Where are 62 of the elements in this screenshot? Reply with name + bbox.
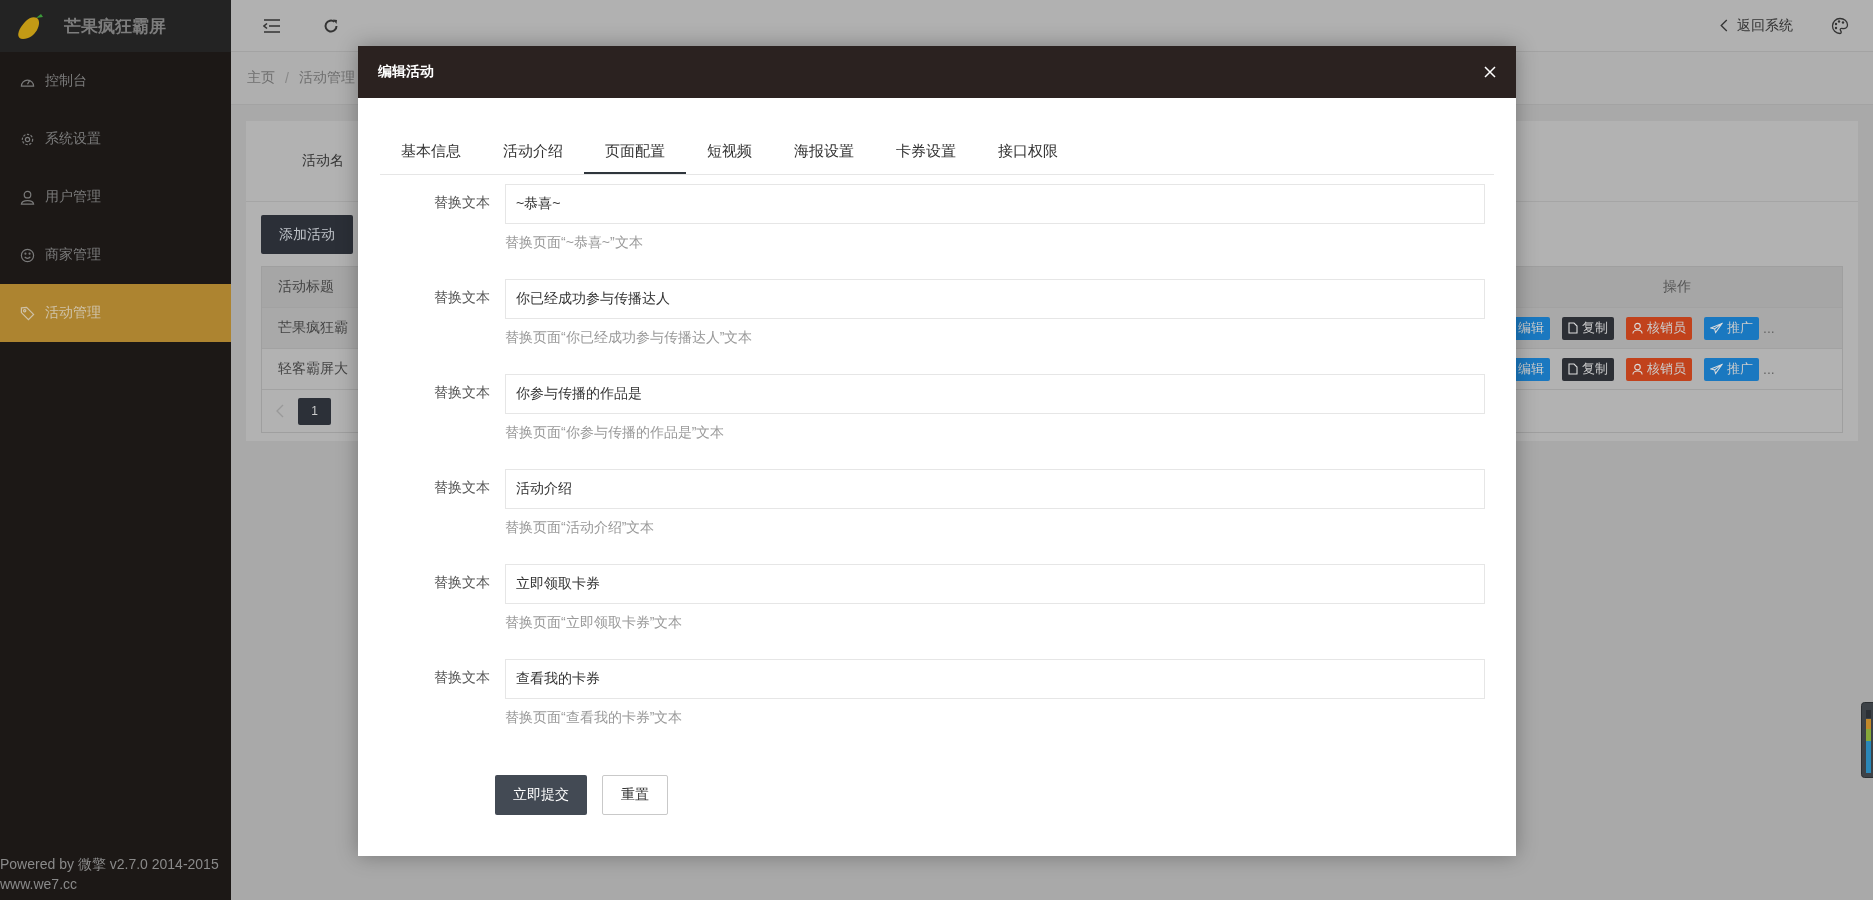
text-input[interactable]: 你参与传播的作品是	[505, 374, 1485, 414]
text-input[interactable]: 立即领取卡券	[505, 564, 1485, 604]
dialog-title: 编辑活动	[378, 63, 434, 81]
tab[interactable]: 卡券设置	[875, 128, 977, 174]
settings-icon	[20, 131, 35, 147]
tab[interactable]: 页面配置	[584, 128, 686, 174]
field-hint: 替换页面“活动介绍”文本	[505, 519, 656, 537]
app-title: 芒果疯狂霸屏	[64, 15, 166, 38]
user-icon	[1632, 363, 1643, 375]
paper-plane-icon	[1710, 322, 1723, 334]
page-number[interactable]: 1	[298, 397, 331, 425]
field-label: 替换文本	[433, 193, 491, 212]
close-icon[interactable]	[1484, 66, 1496, 78]
text-input[interactable]: ~恭喜~	[505, 184, 1485, 224]
sidebar-item[interactable]: 商家管理	[0, 226, 231, 284]
mango-logo-icon	[15, 11, 45, 41]
document-icon	[1568, 322, 1578, 334]
palette-icon[interactable]	[1831, 16, 1849, 35]
tab[interactable]: 接口权限	[977, 128, 1079, 174]
smiley-icon	[20, 247, 35, 263]
reset-button[interactable]: 重置	[602, 775, 668, 815]
paper-plane-icon	[1710, 363, 1723, 375]
footer-text: Powered by 微擎 v2.7.0 2014-2015	[0, 855, 220, 874]
field-hint: 替换页面“你已经成功参与传播达人”文本	[505, 329, 754, 347]
column-header: 活动标题	[278, 278, 334, 296]
refresh-icon[interactable]	[323, 17, 339, 34]
tab[interactable]: 活动介绍	[482, 128, 584, 174]
text-input[interactable]: 你已经成功参与传播达人	[505, 279, 1485, 319]
tag-icon	[20, 305, 35, 321]
add-activity-button[interactable]: 添加活动	[261, 215, 353, 254]
user-icon	[1632, 322, 1643, 334]
chevron-left-icon	[1720, 19, 1728, 32]
field-hint: 替换页面“立即领取卡券”文本	[505, 614, 684, 632]
sidebar-item[interactable]: 系统设置	[0, 110, 231, 168]
user-icon	[20, 189, 35, 205]
field-label: 替换文本	[433, 383, 491, 402]
back-to-system-link[interactable]: 返回系统	[1720, 16, 1793, 35]
copy-button[interactable]: 复制	[1562, 316, 1614, 340]
field-label: 替换文本	[433, 288, 491, 307]
table-cell: 轻客霸屏大	[278, 360, 348, 378]
tab[interactable]: 海报设置	[773, 128, 875, 174]
text-input[interactable]: 活动介绍	[505, 469, 1485, 509]
field-hint: 替换页面“查看我的卡券”文本	[505, 709, 684, 727]
table-cell: 芒果疯狂霸	[278, 319, 348, 337]
footer-text: www.we7.cc	[0, 875, 79, 894]
search-label: 活动名	[302, 152, 344, 170]
copy-button[interactable]: 复制	[1562, 357, 1614, 381]
submit-button[interactable]: 立即提交	[495, 775, 587, 815]
sidebar-item[interactable]: 用户管理	[0, 168, 231, 226]
breadcrumb-separator: /	[285, 70, 289, 86]
field-hint: 替换页面“你参与传播的作品是”文本	[505, 424, 726, 442]
tab[interactable]: 短视频	[686, 128, 773, 174]
field-hint: 替换页面“~恭喜~”文本	[505, 234, 644, 252]
column-header: 操作	[1662, 278, 1692, 296]
text-input[interactable]: 查看我的卡券	[505, 659, 1485, 699]
field-label: 替换文本	[433, 573, 491, 592]
document-icon	[1568, 363, 1578, 375]
tab[interactable]: 基本信息	[380, 128, 482, 174]
menu-icon[interactable]	[263, 18, 281, 33]
field-label: 替换文本	[433, 478, 491, 497]
field-label: 替换文本	[433, 668, 491, 687]
sidebar-item[interactable]: 控制台	[0, 52, 231, 110]
